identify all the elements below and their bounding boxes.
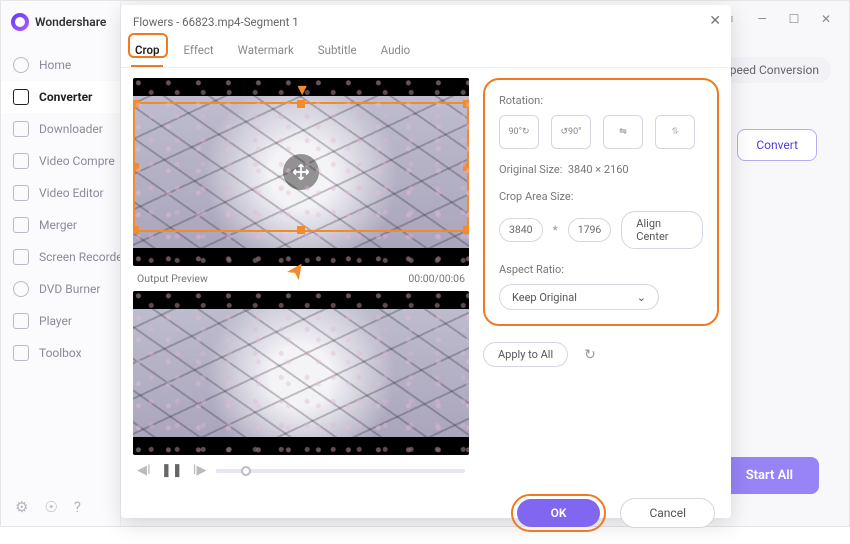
source-preview[interactable]: ▼	[133, 78, 469, 266]
crop-area-label: Crop Area Size:	[499, 190, 703, 203]
arrow-down-icon: ▼	[294, 80, 310, 100]
crop-box[interactable]	[133, 102, 469, 232]
sidebar-item-editor[interactable]: Video Editor	[1, 177, 120, 209]
maximize-icon[interactable]: ☐	[781, 9, 807, 29]
convert-button[interactable]: Convert	[737, 129, 817, 161]
sidebar-item-label: Toolbox	[39, 346, 82, 360]
timeline-slider[interactable]	[216, 469, 465, 473]
chevron-down-icon: ⌄	[637, 291, 646, 304]
tab-watermark[interactable]: Watermark	[234, 37, 298, 67]
sidebar-item-recorder[interactable]: Screen Recorde	[1, 241, 120, 273]
multiply-icon: *	[553, 223, 558, 237]
minimize-icon[interactable]: —	[749, 9, 775, 29]
original-size-value: 3840 × 2160	[568, 163, 629, 176]
recorder-icon	[13, 249, 29, 265]
modal-footer: OK Cancel	[121, 486, 731, 544]
sidebar-nav: Home Converter Downloader Video Compre V…	[1, 45, 120, 488]
ok-highlight: OK	[511, 494, 607, 532]
rotate-ccw-button[interactable]: ↺90°	[551, 115, 591, 149]
flip-vertical-button[interactable]: ⥮	[655, 115, 695, 149]
crop-panel: Rotation: 90°↻ ↺90° ⇋ ⥮ Original Size: 3…	[483, 78, 719, 326]
close-window-icon[interactable]: ✕	[813, 9, 839, 29]
preview-column: ▼ Output Preview 00:00/00:06 ➤ ◀	[133, 78, 469, 486]
reset-icon[interactable]: ↻	[584, 347, 596, 363]
converter-icon	[13, 89, 29, 105]
tab-crop[interactable]: Crop	[131, 37, 163, 67]
crop-settings: Rotation: 90°↻ ↺90° ⇋ ⥮ Original Size: 3…	[483, 78, 719, 486]
settings-icon[interactable]: ⚙	[15, 498, 28, 516]
player-icon	[13, 313, 29, 329]
compressor-icon	[13, 153, 29, 169]
sidebar-item-label: Video Compre	[39, 154, 115, 168]
output-preview	[133, 291, 469, 455]
modal-title: Flowers - 66823.mp4-Segment 1	[121, 5, 731, 33]
sidebar-item-home[interactable]: Home	[1, 49, 120, 81]
notifications-icon[interactable]: ☉	[44, 498, 57, 516]
sidebar-item-label: Video Editor	[39, 186, 104, 200]
flip-horizontal-button[interactable]: ⇋	[603, 115, 643, 149]
timecode: 00:00/00:06	[408, 272, 465, 285]
rotation-label: Rotation:	[499, 94, 703, 107]
close-icon[interactable]: ✕	[709, 13, 721, 29]
output-preview-bar: Output Preview 00:00/00:06 ➤	[133, 266, 469, 291]
home-icon	[13, 57, 29, 73]
sidebar-item-converter[interactable]: Converter	[1, 81, 120, 113]
help-icon[interactable]: ?	[74, 498, 81, 516]
tab-effect[interactable]: Effect	[179, 37, 217, 67]
downloader-icon	[13, 121, 29, 137]
sidebar-item-label: Downloader	[39, 122, 103, 136]
brand-logo-icon	[11, 13, 29, 31]
sidebar-item-label: Home	[39, 58, 71, 72]
aspect-ratio-label: Aspect Ratio:	[499, 263, 703, 276]
move-handle-icon[interactable]	[283, 154, 319, 190]
apply-to-all-button[interactable]: Apply to All	[483, 342, 568, 367]
sidebar-bottom: ⚙ ☉ ?	[1, 488, 120, 526]
window-controls: ≡ — ☐ ✕	[717, 9, 839, 29]
toolbox-icon	[13, 345, 29, 361]
sidebar: Wondershare Home Converter Downloader Vi…	[1, 1, 121, 526]
brand: Wondershare	[1, 1, 120, 45]
crop-modal: Flowers - 66823.mp4-Segment 1 ✕ Crop Eff…	[121, 5, 731, 518]
sidebar-item-downloader[interactable]: Downloader	[1, 113, 120, 145]
sidebar-item-dvd-burner[interactable]: DVD Burner	[1, 273, 120, 305]
sidebar-item-compressor[interactable]: Video Compre	[1, 145, 120, 177]
sidebar-item-toolbox[interactable]: Toolbox	[1, 337, 120, 369]
sidebar-item-label: Player	[39, 314, 72, 328]
start-all-button[interactable]: Start All	[720, 457, 819, 494]
editor-icon	[13, 185, 29, 201]
dvd-icon	[13, 281, 29, 297]
sidebar-item-player[interactable]: Player	[1, 305, 120, 337]
rotate-cw-button[interactable]: 90°↻	[499, 115, 539, 149]
aspect-ratio-value: Keep Original	[512, 291, 577, 304]
sidebar-item-label: Screen Recorde	[39, 250, 120, 264]
main-area: ≡ — ☐ ✕ Speed Conversion Convert Start A…	[121, 1, 849, 526]
merger-icon	[13, 217, 29, 233]
tab-subtitle[interactable]: Subtitle	[314, 37, 361, 67]
ok-button[interactable]: OK	[517, 499, 601, 527]
prev-frame-button[interactable]: ◀Ⅰ	[137, 463, 151, 478]
aspect-ratio-select[interactable]: Keep Original ⌄	[499, 284, 659, 310]
modal-tabs: Crop Effect Watermark Subtitle Audio	[121, 33, 731, 68]
next-frame-button[interactable]: Ⅰ▶	[193, 463, 207, 478]
sidebar-item-merger[interactable]: Merger	[1, 209, 120, 241]
brand-name: Wondershare	[35, 15, 106, 29]
align-center-button[interactable]: Align Center	[621, 211, 703, 249]
output-preview-label: Output Preview	[137, 272, 208, 285]
tab-audio[interactable]: Audio	[377, 37, 415, 67]
crop-width-input[interactable]: 3840	[499, 218, 543, 242]
transport-bar: ◀Ⅰ ❚❚ Ⅰ▶	[133, 455, 469, 486]
sidebar-item-label: Converter	[39, 90, 92, 104]
pause-button[interactable]: ❚❚	[161, 463, 183, 478]
original-size-label: Original Size:	[499, 163, 562, 176]
sidebar-item-label: Merger	[39, 218, 77, 232]
crop-height-input[interactable]: 1796	[568, 218, 612, 242]
sidebar-item-label: DVD Burner	[39, 282, 100, 296]
cancel-button[interactable]: Cancel	[620, 498, 715, 528]
